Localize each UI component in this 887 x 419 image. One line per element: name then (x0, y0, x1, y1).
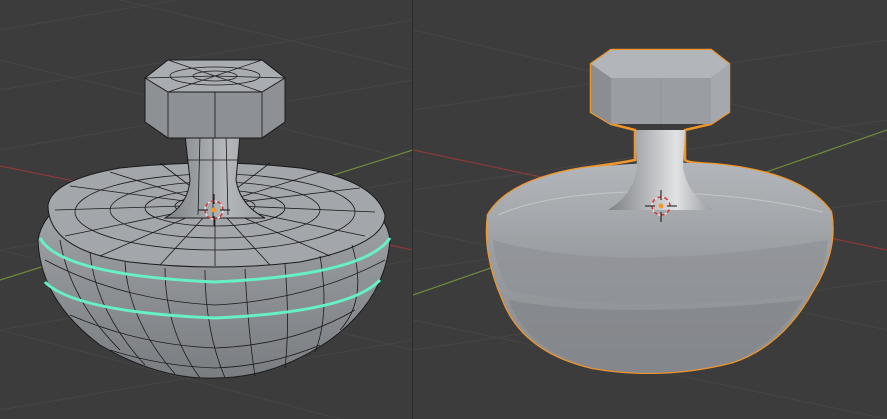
viewport-canvas-left[interactable] (0, 0, 413, 419)
viewport-canvas-right[interactable] (413, 0, 887, 419)
mesh-cap[interactable] (144, 59, 286, 139)
viewport-edit-mode[interactable] (0, 0, 413, 419)
mesh-object-selected[interactable] (485, 48, 834, 375)
viewport-object-mode[interactable] (413, 0, 887, 419)
